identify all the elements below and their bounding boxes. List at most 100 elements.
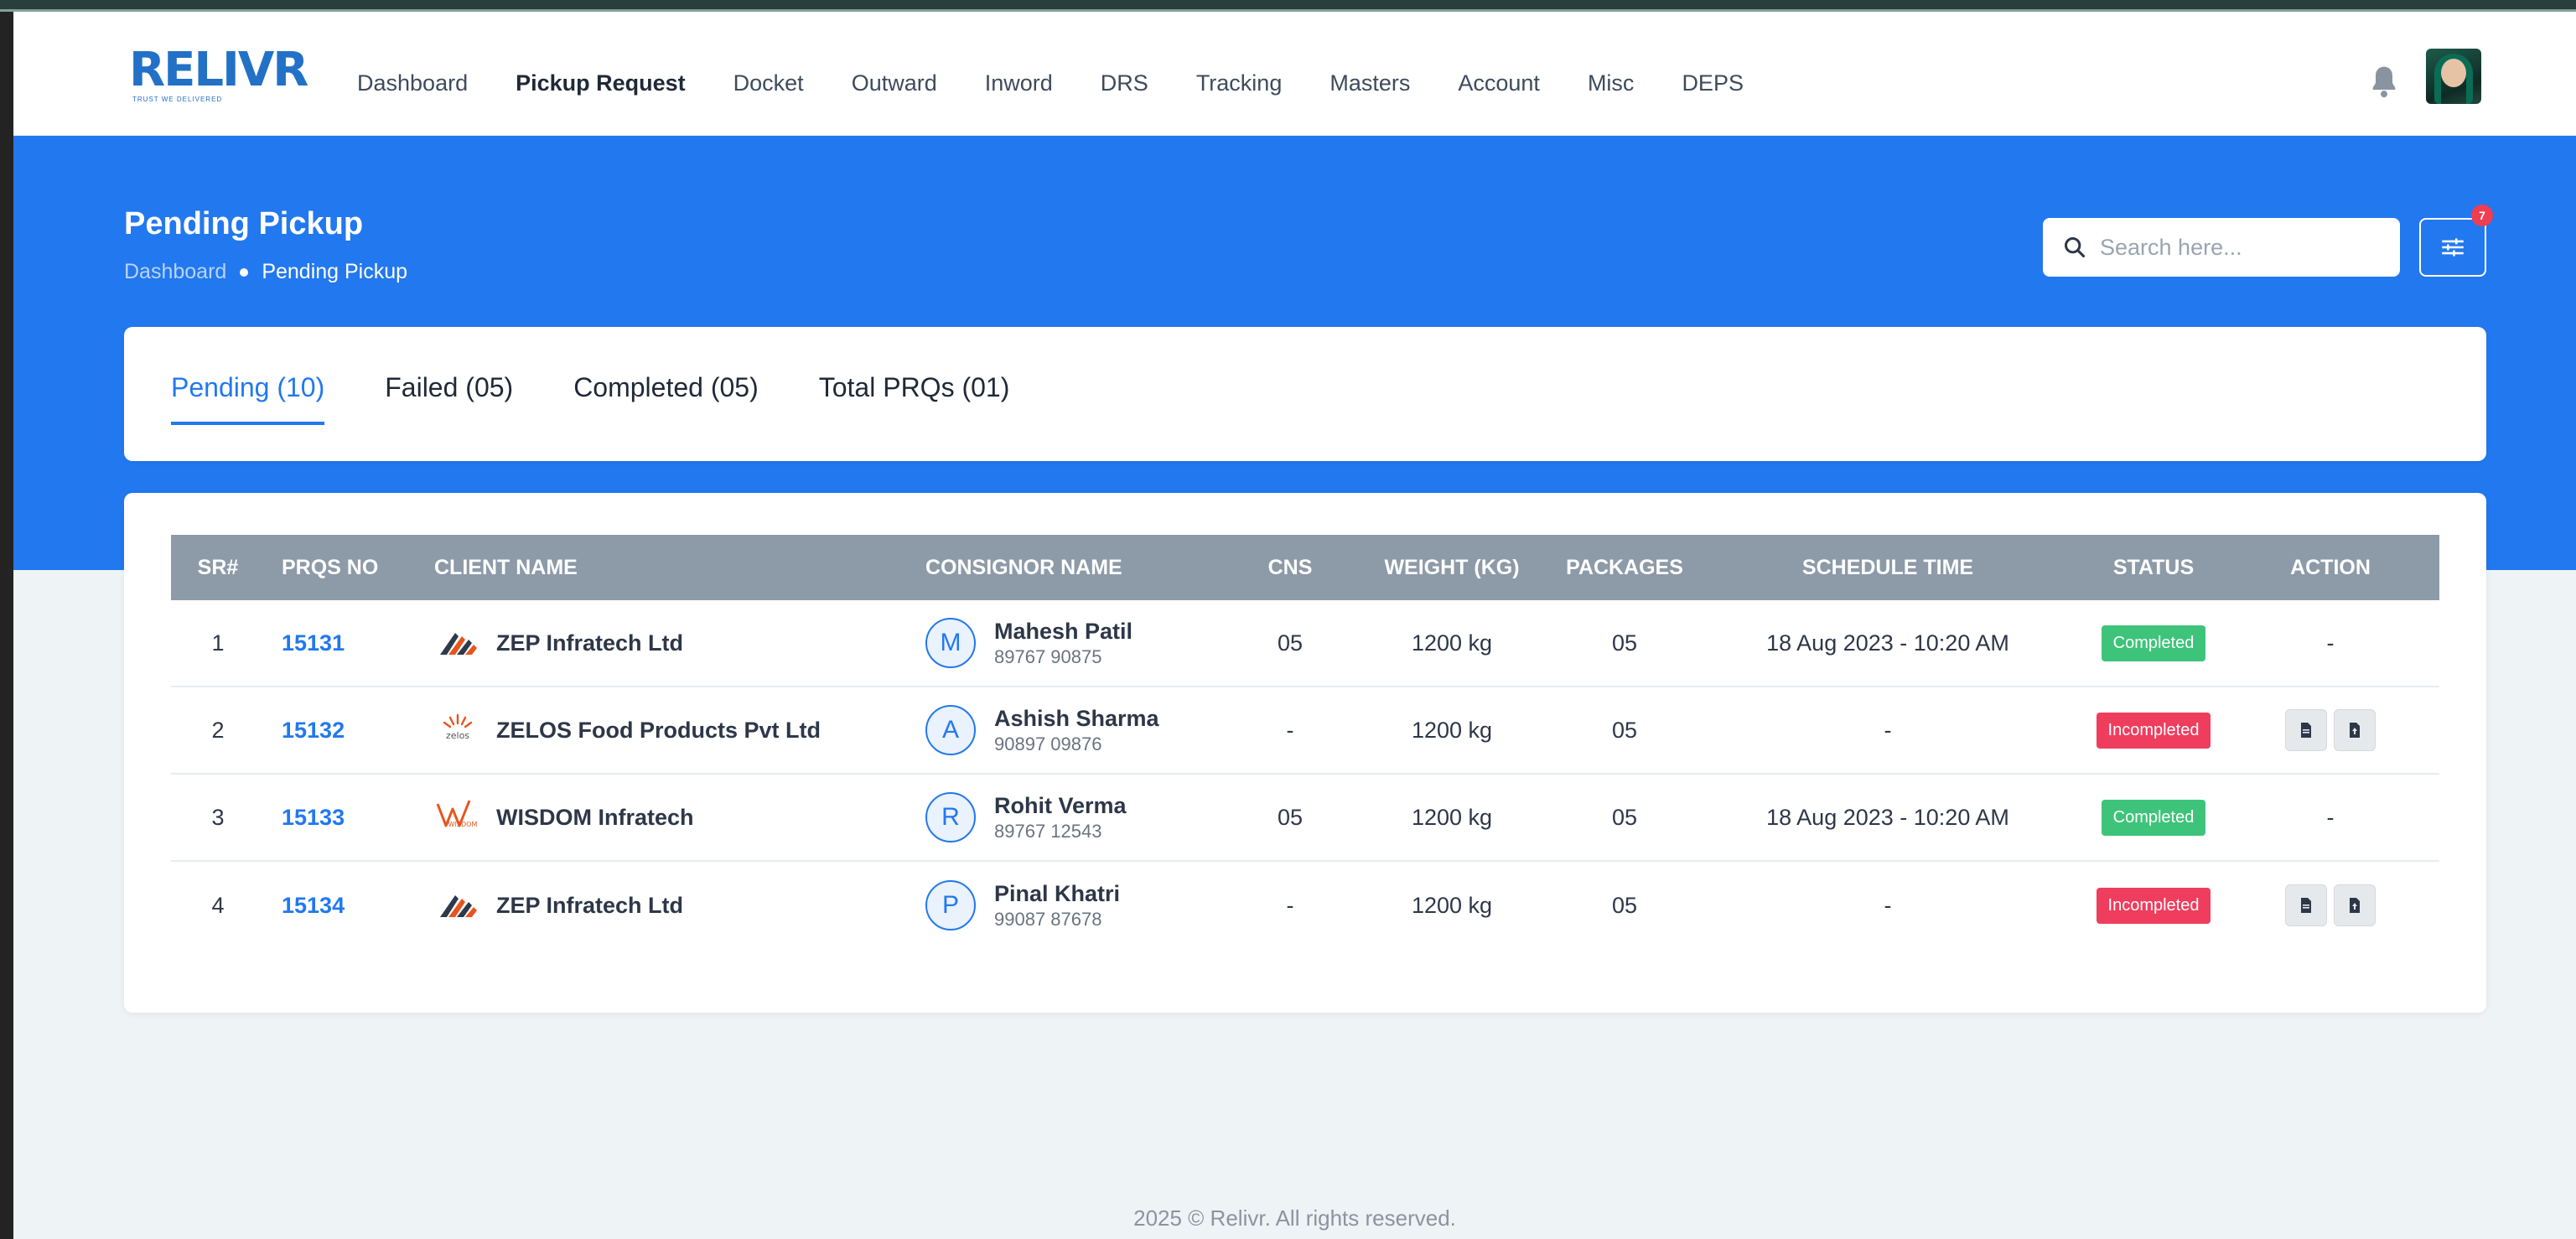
header-weight: WEIGHT (KG) — [1384, 555, 1520, 579]
nav-item-masters[interactable]: Masters — [1329, 70, 1410, 96]
client-cell: ZEP Infratech Ltd — [417, 887, 909, 924]
packages-cell: 05 — [1611, 892, 1638, 918]
consignor-info: Rohit Verma 89767 12543 — [994, 793, 1127, 842]
bell-icon[interactable] — [2367, 64, 2401, 101]
consignor-phone: 89767 12543 — [994, 820, 1102, 842]
consignor-avatar: R — [925, 792, 976, 842]
search-icon — [2064, 236, 2086, 258]
status-badge: Completed — [2101, 799, 2206, 836]
client-name: ZEP Infratech Ltd — [496, 892, 684, 918]
footer-copyright: 2025 © Relivr. All rights reserved. — [1133, 1205, 1456, 1231]
nav-item-dashboard[interactable]: Dashboard — [357, 70, 468, 96]
header-status: STATUS — [2112, 555, 2195, 579]
packages-cell: 05 — [1611, 804, 1638, 830]
consignor-cell: R Rohit Verma 89767 12543 — [909, 792, 1236, 842]
prq-link[interactable]: 15131 — [265, 630, 417, 656]
search-input[interactable] — [2100, 234, 2385, 261]
tab-1[interactable]: Failed (05) — [385, 372, 513, 425]
nav-item-account[interactable]: Account — [1458, 70, 1540, 96]
file-upload-icon — [2350, 898, 2360, 913]
nav-item-deps[interactable]: DEPS — [1682, 70, 1744, 96]
wisdom-logo-text: WISDOM — [448, 821, 478, 828]
filter-button[interactable] — [2419, 218, 2486, 277]
consignor-phone: 90897 09876 — [994, 733, 1102, 754]
search-box — [2043, 218, 2400, 277]
logo-text: RELIVR — [129, 43, 308, 97]
upload-button[interactable] — [2334, 709, 2376, 751]
relivr-logo[interactable]: RELIVR TRUST WE DELIVERED — [129, 43, 308, 104]
nav-item-docket[interactable]: Docket — [733, 70, 804, 96]
sliders-icon — [2442, 238, 2464, 257]
tab-0[interactable]: Pending (10) — [171, 372, 325, 425]
consignor-phone: 89767 90875 — [994, 645, 1102, 667]
consignor-name: Ashish Sharma — [994, 705, 1159, 731]
action-empty: - — [2326, 804, 2335, 830]
tab-2[interactable]: Completed (05) — [573, 372, 759, 425]
client-name: ZELOS Food Products Pvt Ltd — [496, 717, 821, 743]
schedule-cell: 18 Aug 2023 - 10:20 AM — [1766, 804, 2009, 830]
table-header: SR# PRQS NO CLIENT NAME CONSIGNOR NAME C… — [171, 535, 2439, 600]
consignor-name: Pinal Khatri — [994, 880, 1121, 906]
table-row: 2 15132 zelos ZELOS Food Products Pvt Ltd A A… — [171, 687, 2439, 775]
consignor-cell: M Mahesh Patil 89767 90875 — [909, 618, 1236, 668]
zelos-logo-text: zelos — [446, 730, 469, 741]
page-title: Pending Pickup — [124, 206, 364, 241]
header-schedule: SCHEDULE TIME — [1801, 555, 1974, 579]
document-icon — [2301, 723, 2311, 738]
nav-item-tracking[interactable]: Tracking — [1196, 70, 1283, 96]
cns-cell: - — [1286, 717, 1294, 743]
top-navbar: RELIVR TRUST WE DELIVERED Dashboard Picku… — [13, 12, 2576, 136]
consignor-name: Mahesh Patil — [994, 618, 1133, 644]
prq-link[interactable]: 15133 — [265, 805, 417, 831]
app-frame: RELIVR TRUST WE DELIVERED Dashboard Picku… — [13, 12, 2576, 1239]
action-empty: - — [2326, 630, 2335, 656]
status-badge: Incompleted — [2096, 712, 2211, 749]
document-icon — [2301, 898, 2311, 913]
weight-cell: 1200 kg — [1411, 630, 1493, 656]
nav-item-outward[interactable]: Outward — [852, 70, 937, 96]
consignor-cell: A Ashish Sharma 90897 09876 — [909, 705, 1236, 755]
upload-button[interactable] — [2334, 884, 2376, 926]
sr-cell: 3 — [211, 804, 225, 830]
consignor-avatar: A — [925, 705, 976, 755]
action-cell — [2221, 709, 2439, 751]
pickup-table: SR# PRQS NO CLIENT NAME CONSIGNOR NAME C… — [171, 535, 2439, 949]
consignor-name: Rohit Verma — [994, 792, 1127, 818]
consignor-cell: P Pinal Khatri 99087 87678 — [909, 880, 1236, 931]
consignor-info: Ashish Sharma 90897 09876 — [994, 706, 1159, 755]
table-row: 3 15133 WISDOM WISDOM Infratech R Rohit Verma… — [171, 775, 2439, 862]
consignor-avatar: M — [925, 618, 976, 668]
nav-item-drs[interactable]: DRS — [1101, 70, 1148, 96]
client-cell: zelos ZELOS Food Products Pvt Ltd — [417, 712, 909, 749]
breadcrumb-current: Pending Pickup — [262, 260, 408, 283]
table-body: 1 15131 ZEP Infratech Ltd M Mahesh Patil 8976… — [171, 600, 2439, 949]
document-button[interactable] — [2285, 709, 2327, 751]
tab-3[interactable]: Total PRQs (01) — [819, 372, 1010, 425]
zep-logo — [434, 625, 481, 661]
file-upload-icon — [2350, 723, 2360, 738]
header-consignor: CONSIGNOR NAME — [925, 555, 1122, 579]
action-cell — [2221, 884, 2439, 926]
user-avatar[interactable] — [2426, 49, 2481, 104]
prq-link[interactable]: 15134 — [265, 893, 417, 919]
zelos-logo: zelos — [434, 712, 481, 749]
breadcrumb: Dashboard Pending Pickup — [124, 260, 407, 284]
status-tabs: Pending (10) Failed (05) Completed (05) Tot… — [171, 372, 1070, 425]
status-cell: Completed — [2086, 799, 2221, 836]
action-cell: - — [2221, 805, 2439, 831]
schedule-cell: 18 Aug 2023 - 10:20 AM — [1766, 630, 2009, 656]
nav-item-pickup-request[interactable]: Pickup Request — [516, 70, 686, 96]
nav-item-misc[interactable]: Misc — [1588, 70, 1635, 96]
prq-link[interactable]: 15132 — [265, 718, 417, 744]
nav-item-inword[interactable]: Inword — [985, 70, 1053, 96]
breadcrumb-separator — [240, 267, 249, 277]
status-cell: Incompleted — [2086, 887, 2221, 924]
weight-cell: 1200 kg — [1411, 892, 1493, 918]
breadcrumb-home[interactable]: Dashboard — [124, 260, 226, 284]
schedule-cell: - — [1884, 717, 1892, 743]
client-name: WISDOM Infratech — [496, 804, 694, 830]
schedule-cell: - — [1884, 892, 1892, 918]
document-button[interactable] — [2285, 884, 2327, 926]
sr-cell: 4 — [211, 892, 225, 918]
packages-cell: 05 — [1611, 630, 1638, 656]
